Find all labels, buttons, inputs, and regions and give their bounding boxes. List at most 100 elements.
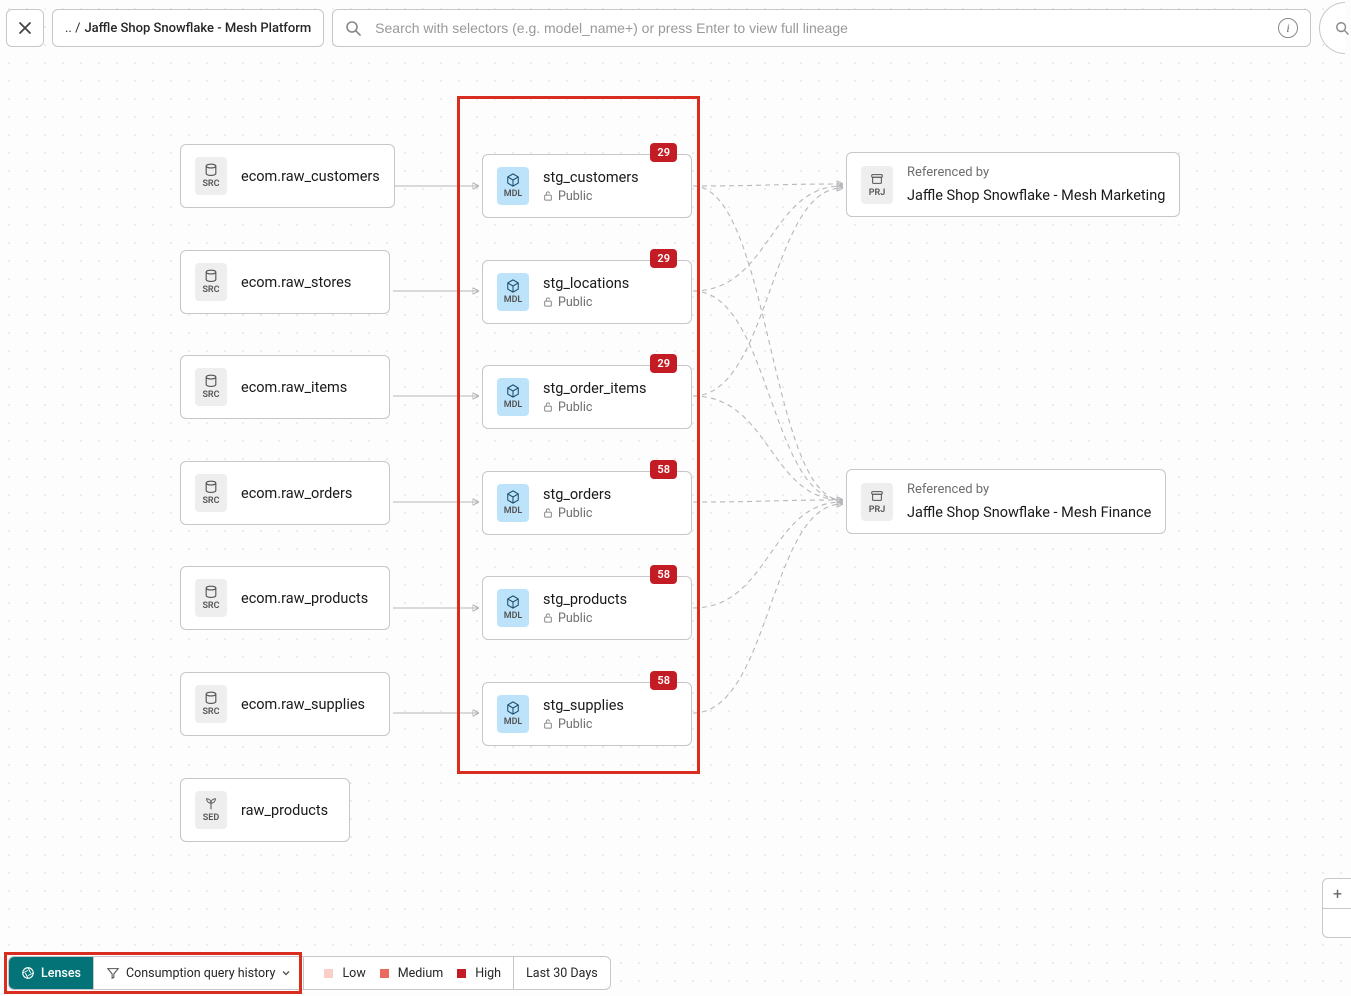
lock-open-icon bbox=[543, 402, 553, 412]
model-node-stg-orders[interactable]: 58 MDL stg_orders Public bbox=[482, 471, 692, 535]
usage-badge: 29 bbox=[650, 249, 677, 268]
model-icon: MDL bbox=[497, 273, 529, 311]
seed-icon: SED bbox=[195, 791, 227, 829]
lock-open-icon bbox=[543, 191, 553, 201]
cube-icon bbox=[506, 701, 520, 715]
search-input[interactable] bbox=[373, 19, 1266, 37]
usage-badge: 58 bbox=[650, 460, 677, 479]
node-title: ecom.raw_orders bbox=[241, 485, 352, 502]
model-icon: MDL bbox=[497, 695, 529, 733]
lock-open-icon bbox=[543, 297, 553, 307]
cube-icon bbox=[506, 173, 520, 187]
reference-title: Jaffle Shop Snowflake - Mesh Finance bbox=[907, 504, 1151, 521]
model-node-stg-locations[interactable]: 29 MDL stg_locations Public bbox=[482, 260, 692, 324]
database-icon bbox=[204, 269, 218, 283]
usage-badge: 29 bbox=[650, 354, 677, 373]
node-title: stg_supplies bbox=[543, 697, 624, 714]
node-access: Public bbox=[543, 189, 639, 204]
node-title: ecom.raw_customers bbox=[241, 168, 380, 185]
info-icon[interactable]: i bbox=[1278, 18, 1298, 38]
lenses-toolbar: Lenses Consumption query history Low Med… bbox=[8, 956, 611, 990]
usage-badge: 58 bbox=[650, 671, 677, 690]
cube-icon bbox=[506, 490, 520, 504]
model-icon: MDL bbox=[497, 378, 529, 416]
usage-badge: 29 bbox=[650, 143, 677, 162]
close-icon bbox=[18, 21, 32, 35]
top-bar: .. / Jaffle Shop Snowflake - Mesh Platfo… bbox=[0, 4, 1351, 52]
breadcrumb[interactable]: .. / Jaffle Shop Snowflake - Mesh Platfo… bbox=[52, 9, 324, 47]
database-icon bbox=[204, 374, 218, 388]
source-icon: SRC bbox=[195, 368, 227, 406]
aperture-icon bbox=[21, 966, 35, 980]
chevron-down-icon bbox=[281, 968, 291, 978]
lens-legend: Low Medium High bbox=[304, 957, 514, 989]
source-icon: SRC bbox=[195, 263, 227, 301]
lineage-canvas[interactable]: SRC ecom.raw_customers SRC ecom.raw_stor… bbox=[0, 58, 1351, 996]
node-access: Public bbox=[543, 717, 624, 732]
project-icon: PRJ bbox=[861, 166, 893, 204]
zoom-controls[interactable]: + bbox=[1322, 878, 1351, 938]
legend-swatch-low bbox=[324, 969, 333, 978]
model-icon: MDL bbox=[497, 589, 529, 627]
reference-label: Referenced by bbox=[907, 482, 1151, 497]
node-access: Public bbox=[543, 506, 611, 521]
zoom-in-button[interactable]: + bbox=[1323, 879, 1351, 909]
database-icon bbox=[204, 480, 218, 494]
search-icon bbox=[345, 20, 361, 36]
node-title: stg_locations bbox=[543, 275, 629, 292]
lenses-button[interactable]: Lenses bbox=[9, 957, 94, 989]
database-icon bbox=[204, 163, 218, 177]
reference-label: Referenced by bbox=[907, 165, 1165, 180]
node-title: stg_orders bbox=[543, 486, 611, 503]
node-title: ecom.raw_supplies bbox=[241, 696, 365, 713]
source-node-raw-supplies[interactable]: SRC ecom.raw_supplies bbox=[180, 672, 390, 736]
archive-icon bbox=[870, 489, 884, 503]
search-bar[interactable]: i bbox=[332, 9, 1311, 47]
reference-title: Jaffle Shop Snowflake - Mesh Marketing bbox=[907, 187, 1165, 204]
source-node-raw-stores[interactable]: SRC ecom.raw_stores bbox=[180, 250, 390, 314]
search-icon bbox=[1335, 21, 1349, 35]
sprout-icon bbox=[204, 797, 218, 811]
source-icon: SRC bbox=[195, 579, 227, 617]
lens-selector[interactable]: Consumption query history bbox=[94, 957, 304, 989]
node-title: raw_products bbox=[241, 802, 328, 819]
model-node-stg-products[interactable]: 58 MDL stg_products Public bbox=[482, 576, 692, 640]
lens-range-selector[interactable]: Last 30 Days bbox=[514, 957, 610, 989]
breadcrumb-current: Jaffle Shop Snowflake - Mesh Platform bbox=[84, 21, 311, 36]
node-title: ecom.raw_items bbox=[241, 379, 347, 396]
source-icon: SRC bbox=[195, 685, 227, 723]
node-title: stg_products bbox=[543, 591, 627, 608]
usage-badge: 58 bbox=[650, 565, 677, 584]
node-title: ecom.raw_stores bbox=[241, 274, 351, 291]
node-access: Public bbox=[543, 295, 629, 310]
source-icon: SRC bbox=[195, 157, 227, 195]
node-title: stg_customers bbox=[543, 169, 639, 186]
seed-node-raw-products[interactable]: SED raw_products bbox=[180, 778, 350, 842]
source-node-raw-products[interactable]: SRC ecom.raw_products bbox=[180, 566, 390, 630]
source-node-raw-orders[interactable]: SRC ecom.raw_orders bbox=[180, 461, 390, 525]
model-icon: MDL bbox=[497, 484, 529, 522]
node-access: Public bbox=[543, 400, 646, 415]
source-icon: SRC bbox=[195, 474, 227, 512]
model-node-stg-customers[interactable]: 29 MDL stg_customers Public bbox=[482, 154, 692, 218]
filter-icon bbox=[106, 966, 120, 980]
source-node-raw-items[interactable]: SRC ecom.raw_items bbox=[180, 355, 390, 419]
node-title: stg_order_items bbox=[543, 380, 646, 397]
reference-node-marketing[interactable]: PRJ Referenced by Jaffle Shop Snowflake … bbox=[846, 152, 1180, 217]
zoom-out-button[interactable] bbox=[1323, 909, 1351, 938]
node-title: ecom.raw_products bbox=[241, 590, 368, 607]
lock-open-icon bbox=[543, 719, 553, 729]
breadcrumb-prefix: .. / bbox=[65, 21, 80, 36]
source-node-raw-customers[interactable]: SRC ecom.raw_customers bbox=[180, 144, 395, 208]
cube-icon bbox=[506, 595, 520, 609]
legend-swatch-high bbox=[457, 969, 466, 978]
right-drawer-toggle[interactable] bbox=[1319, 2, 1345, 54]
model-node-stg-order-items[interactable]: 29 MDL stg_order_items Public bbox=[482, 365, 692, 429]
node-access: Public bbox=[543, 611, 627, 626]
archive-icon bbox=[870, 172, 884, 186]
reference-node-finance[interactable]: PRJ Referenced by Jaffle Shop Snowflake … bbox=[846, 469, 1166, 534]
close-button[interactable] bbox=[6, 9, 44, 47]
database-icon bbox=[204, 691, 218, 705]
model-node-stg-supplies[interactable]: 58 MDL stg_supplies Public bbox=[482, 682, 692, 746]
cube-icon bbox=[506, 279, 520, 293]
